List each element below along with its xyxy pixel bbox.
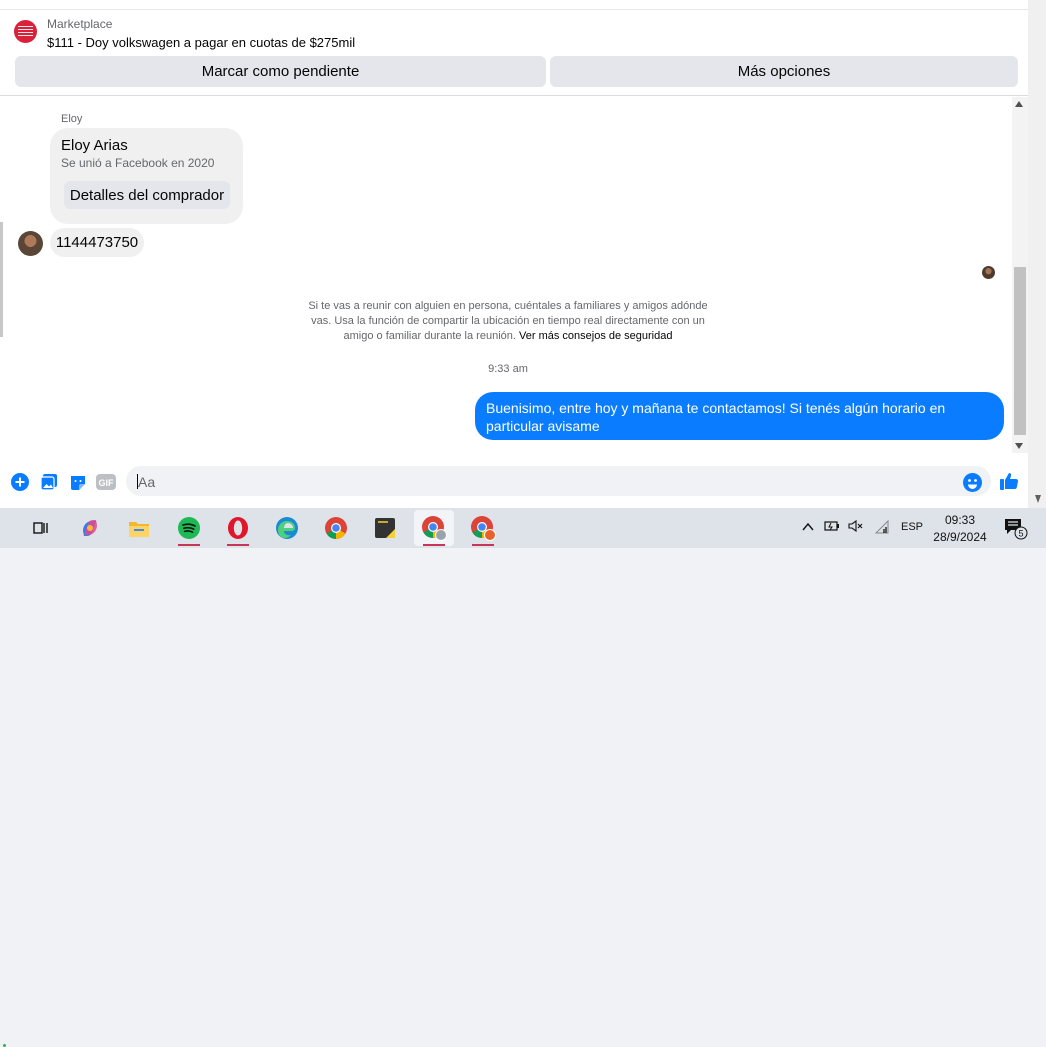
spotify-icon[interactable] [169,510,209,546]
mark-pending-button[interactable]: Marcar como pendiente [15,56,546,87]
chrome-icon[interactable] [316,510,356,546]
scroll-thumb[interactable] [1014,267,1026,435]
page-scroll-down-icon[interactable] [1035,495,1041,503]
battery-icon[interactable] [824,520,841,535]
chrome-profile-1-icon[interactable] [414,510,454,546]
outgoing-message: Buenisimo, entre hoy y mañana te contact… [475,392,1004,440]
photo-icon[interactable] [39,472,59,492]
buyer-card: Eloy Arias Se unió a Facebook en 2020 De… [50,128,243,224]
read-receipt-avatar [982,266,995,279]
messenger-window: Marketplace $111 - Doy volkswagen a paga… [0,0,1046,508]
safety-tips-link[interactable]: Ver más consejos de seguridad [519,330,672,342]
gif-icon[interactable]: GIF [96,472,116,492]
left-edge-bar [0,222,3,337]
text-caret [137,474,138,489]
opera-icon[interactable] [218,510,258,546]
conversation-header: Marketplace $111 - Doy volkswagen a paga… [0,0,1028,96]
edge-icon[interactable] [267,510,307,546]
safety-notice: Si te vas a reunir con alguien en person… [305,299,711,344]
chrome-profile-2-running-indicator [472,544,494,546]
plus-icon[interactable] [10,472,30,492]
thumbs-up-icon[interactable] [998,470,1020,492]
chevron-up-icon[interactable] [802,520,814,535]
chrome-profile-1-running-indicator [423,544,445,546]
chrome-profile-2-icon[interactable] [463,510,503,546]
message-input[interactable]: Aa [126,466,991,496]
spotify-running-indicator [178,544,200,546]
copilot-icon[interactable] [70,510,110,546]
page-scrollbar[interactable] [1028,0,1046,508]
gif-label: GIF [99,478,115,488]
incoming-message: 1144473750 [50,228,144,257]
clock-time: 09:33 [944,513,976,527]
sticker-icon[interactable] [68,472,88,492]
buyer-joined: Se unió a Facebook en 2020 [61,156,215,170]
message-timestamp: 9:33 am [488,363,528,375]
sticky-notes-icon[interactable] [365,510,405,546]
clock-date: 28/9/2024 [933,530,987,544]
notification-count: 5 [1018,529,1023,539]
emoji-icon[interactable] [962,472,982,492]
wifi-icon[interactable] [874,519,890,537]
notification-center-icon[interactable]: 5 [1004,518,1028,543]
speaker-muted-icon[interactable] [848,519,864,535]
opera-running-indicator [227,544,249,546]
sender-name: Eloy [61,113,83,125]
listing-title[interactable]: $111 - Doy volkswagen a pagar en cuotas … [47,35,355,50]
listing-thumbnail[interactable] [14,20,37,43]
marketplace-label: Marketplace [47,17,113,31]
more-options-button[interactable]: Más opciones [550,56,1018,87]
thread-scrollbar[interactable] [1012,97,1028,453]
file-explorer-icon[interactable] [119,510,159,546]
header-divider [0,0,1028,10]
buyer-name: Eloy Arias [61,137,128,154]
system-clock[interactable]: 09:33 28/9/2024 [930,512,990,546]
scroll-up-icon[interactable] [1015,101,1023,107]
scroll-down-icon[interactable] [1015,443,1023,449]
task-view-icon[interactable] [20,510,60,546]
buyer-details-button[interactable]: Detalles del comprador [64,181,230,209]
language-indicator[interactable]: ESP [901,521,923,533]
sender-avatar[interactable] [18,231,43,256]
